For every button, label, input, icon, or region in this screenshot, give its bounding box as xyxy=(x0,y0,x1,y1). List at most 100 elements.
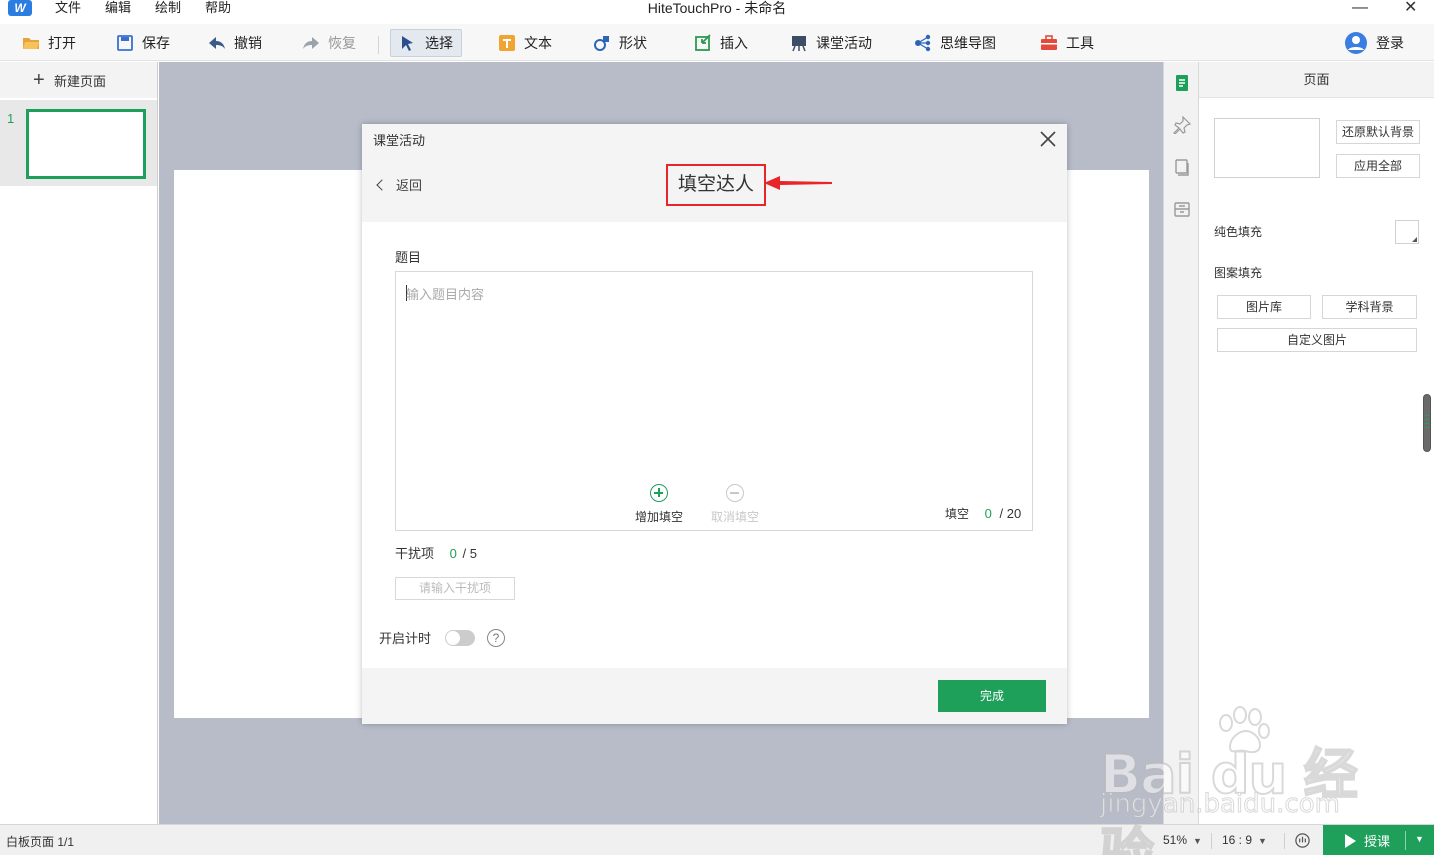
floppy-disk-icon xyxy=(117,35,133,51)
page-number: 1 xyxy=(7,111,15,126)
question-placeholder: 输入题目内容 xyxy=(406,287,485,302)
login-label: 登录 xyxy=(1376,35,1404,51)
blank-count-value: 0 xyxy=(984,506,992,521)
panel-header: 页面 xyxy=(1199,62,1434,98)
watermark-url: jingyan.baidu.com xyxy=(1100,789,1341,820)
solid-fill-label: 纯色填充 xyxy=(1214,225,1263,239)
blank-count-total: / 20 xyxy=(999,506,1022,521)
select-button[interactable]: 选择 xyxy=(390,29,462,57)
redo-label: 恢复 xyxy=(328,35,356,51)
classroom-board-icon xyxy=(792,36,806,52)
select-label: 选择 xyxy=(425,35,453,51)
text-button[interactable]: 文本 xyxy=(490,29,560,57)
distractor-input[interactable]: 请输入干扰项 xyxy=(395,577,515,600)
custom-image-button[interactable]: 自定义图片 xyxy=(1217,328,1417,352)
dialog-footer: 完成 xyxy=(362,668,1067,724)
question-input[interactable]: 输入题目内容 增加填空 取消填空 填空 0 / 20 xyxy=(395,271,1033,531)
save-label: 保存 xyxy=(142,35,170,51)
back-button[interactable]: 返回 xyxy=(376,175,423,194)
timer-label: 开启计时 xyxy=(379,631,432,646)
insert-label: 插入 xyxy=(720,35,748,51)
teach-divider xyxy=(1405,831,1406,850)
new-page-button[interactable]: + 新建页面 xyxy=(0,62,157,98)
blank-counter-label: 填空 xyxy=(945,507,970,521)
class-activity-label: 课堂活动 xyxy=(816,35,872,51)
apply-all-button[interactable]: 应用全部 xyxy=(1336,154,1420,178)
pin-icon[interactable] xyxy=(1173,116,1191,134)
distractor-count-value: 0 xyxy=(449,546,457,561)
shapes-icon xyxy=(594,36,609,51)
background-preview xyxy=(1214,118,1320,178)
window-title: HiteTouchPro - 未命名 xyxy=(647,0,787,16)
page-settings-icon[interactable] xyxy=(1173,74,1191,92)
add-blank-label: 增加填空 xyxy=(634,510,683,524)
mindmap-icon xyxy=(915,34,931,52)
open-button[interactable]: 打开 xyxy=(14,29,84,57)
close-window-button[interactable]: ✕ xyxy=(1404,0,1417,16)
timer-row: 开启计时 ? xyxy=(379,628,506,647)
shape-button[interactable]: 形状 xyxy=(585,29,655,57)
help-icon[interactable]: ? xyxy=(487,628,506,647)
text-label: 文本 xyxy=(524,35,552,51)
page-thumbnail[interactable] xyxy=(26,109,146,179)
redo-arrow-icon xyxy=(303,37,319,49)
cursor-arrow-icon xyxy=(402,36,413,51)
archive-box-icon[interactable] xyxy=(1173,200,1191,218)
timer-toggle[interactable] xyxy=(445,629,476,646)
distractor-label: 干扰项 xyxy=(395,546,435,561)
done-button[interactable]: 完成 xyxy=(938,680,1046,712)
insert-icon xyxy=(695,34,711,51)
toolbar-divider xyxy=(378,36,379,54)
shape-label: 形状 xyxy=(619,35,647,51)
chevron-left-icon xyxy=(376,178,388,191)
back-label: 返回 xyxy=(396,178,423,193)
minimize-button[interactable]: — xyxy=(1352,0,1368,16)
cancel-blank-button[interactable]: 取消填空 xyxy=(700,484,770,525)
dialog-title: 课堂活动 xyxy=(373,133,426,148)
undo-button[interactable]: 撤销 xyxy=(200,29,270,57)
tools-button[interactable]: 工具 xyxy=(1032,29,1102,57)
dialog-header: 课堂活动 返回 填空达人 xyxy=(362,124,1067,222)
subject-background-button[interactable]: 学科背景 xyxy=(1322,295,1417,319)
title-bar: W 文件 编辑 绘制 帮助 HiteTouchPro - 未命名 — ✕ xyxy=(0,0,1434,17)
baidu-watermark: Bai du 经验 jingyan.baidu.com xyxy=(1099,705,1400,855)
plus-icon: + xyxy=(33,69,45,91)
save-button[interactable]: 保存 xyxy=(108,29,178,57)
mindmap-button[interactable]: 思维导图 xyxy=(906,29,1004,57)
pattern-fill-label: 图案填充 xyxy=(1214,266,1263,280)
mindmap-label: 思维导图 xyxy=(940,35,996,51)
teach-dropdown-icon[interactable]: ▼ xyxy=(1415,834,1424,844)
tools-label: 工具 xyxy=(1066,35,1094,51)
main-toolbar: 打开 保存 撤销 恢复 选择 文本 形状 插入 课堂活动 思维导图 工具 登录 xyxy=(0,24,1434,61)
close-icon[interactable] xyxy=(1038,126,1058,150)
activity-title: 填空达人 xyxy=(677,174,754,195)
class-activity-button[interactable]: 课堂活动 xyxy=(782,29,880,57)
distractor-counter: 干扰项 0 / 5 xyxy=(395,543,477,562)
minus-circle-icon xyxy=(726,484,744,502)
image-library-button[interactable]: 图片库 xyxy=(1217,295,1311,319)
activity-title-highlight: 填空达人 xyxy=(666,164,766,206)
page-thumbnail-row[interactable]: 1 xyxy=(0,100,157,186)
insert-button[interactable]: 插入 xyxy=(686,29,756,57)
class-activity-dialog: 课堂活动 返回 填空达人 题目 输入题目内容 增加填空 取消填空 填空 0 / … xyxy=(362,124,1067,724)
question-label: 题目 xyxy=(395,250,422,265)
distractor-count-total: / 5 xyxy=(462,546,477,561)
cancel-blank-label: 取消填空 xyxy=(710,510,759,524)
redo-button[interactable]: 恢复 xyxy=(294,29,364,57)
solid-fill-color-picker[interactable] xyxy=(1395,220,1419,244)
open-label: 打开 xyxy=(48,35,76,51)
plus-circle-icon xyxy=(650,484,668,502)
red-arrow-annotation xyxy=(764,176,832,190)
toolbox-icon xyxy=(1041,35,1057,50)
restore-default-bg-button[interactable]: 还原默认背景 xyxy=(1336,120,1420,144)
pages-panel: + 新建页面 1 xyxy=(0,62,158,824)
add-blank-button[interactable]: 增加填空 xyxy=(624,484,694,525)
login-button[interactable]: 登录 xyxy=(1336,29,1412,57)
blank-counter: 填空 0 / 20 xyxy=(945,505,1021,522)
folder-open-icon xyxy=(23,38,39,49)
side-scrollbar[interactable] xyxy=(1423,394,1431,452)
layers-icon[interactable] xyxy=(1173,158,1191,176)
undo-label: 撤销 xyxy=(234,35,262,51)
new-page-label: 新建页面 xyxy=(54,73,107,89)
page-info: 白板页面 1/1 xyxy=(6,835,75,849)
